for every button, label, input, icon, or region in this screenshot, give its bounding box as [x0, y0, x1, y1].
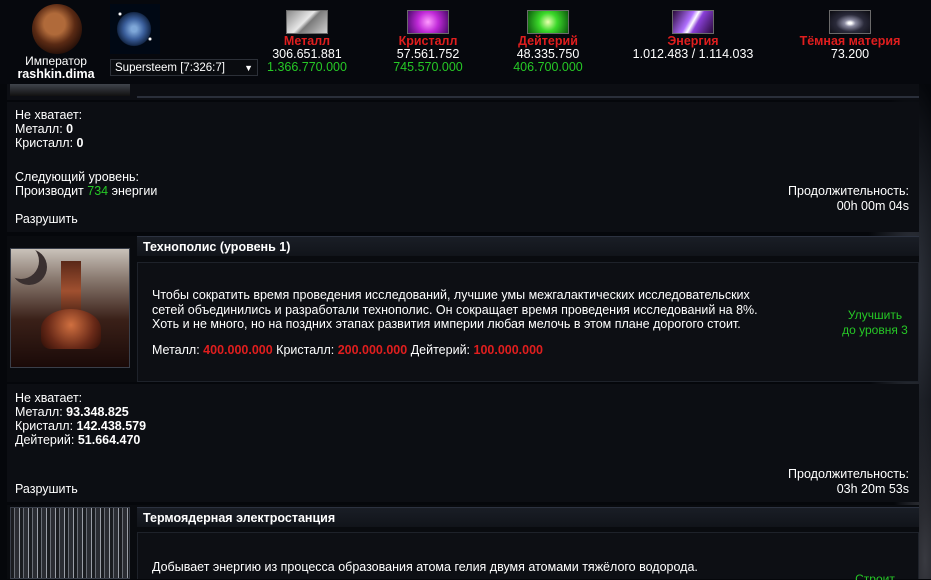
- duration-label: Продолжительность:: [788, 467, 909, 481]
- top-bar: Император rashkin.dima Supersteem [7:326…: [0, 0, 931, 84]
- technopolis-cost: Металл: 400.000.000 Кристалл: 200.000.00…: [152, 343, 544, 357]
- duration-label: Продолжительность:: [788, 184, 909, 198]
- resource-crystal[interactable]: Кристалл 57.561.752 745.570.000: [378, 10, 478, 74]
- resource-deuterium[interactable]: Дейтерий 48.335.750 406.700.000: [498, 10, 598, 74]
- resource-production: 1.366.770.000: [267, 60, 347, 74]
- planet-select-value: Supersteem [7:326:7]: [115, 62, 225, 74]
- resource-value: 73.200: [830, 47, 870, 61]
- previous-card-edge: [7, 84, 919, 100]
- fusion-plant-image[interactable]: [10, 507, 130, 579]
- technopolis-info-panel: Не хватает: Металл: 93.348.825 Кристалл:…: [7, 384, 919, 502]
- username[interactable]: rashkin.dima: [0, 67, 112, 81]
- resource-production: 745.570.000: [393, 60, 463, 74]
- previous-building-thumb: [10, 84, 130, 96]
- resource-production: 406.700.000: [513, 60, 583, 74]
- resource-value: 1.012.483 / 1.114.033: [632, 47, 754, 61]
- next-level-label: Следующий уровень:: [15, 170, 139, 184]
- missing-crystal: Кристалл: 0: [15, 136, 84, 150]
- fusion-plant-title[interactable]: Термоядерная электростанция: [137, 507, 919, 527]
- chevron-down-icon: ▼: [244, 63, 253, 73]
- fusion-plant-card: Термоядерная электростанция Добывает эне…: [7, 505, 919, 580]
- duration-value: 00h 00m 04s: [836, 199, 909, 213]
- next-level-production: Производит 734 энергии: [15, 184, 158, 198]
- technopolis-card: Технополис (уровень 1) Чтобы сократить в…: [7, 236, 919, 382]
- missing-deuterium: Дейтерий: 51.664.470: [15, 433, 141, 447]
- resource-dark-matter[interactable]: Тёмная материя 73.200: [785, 10, 915, 61]
- technopolis-description-box: Чтобы сократить время проведения исследо…: [137, 262, 919, 382]
- planet-select[interactable]: Supersteem [7:326:7] ▼: [110, 59, 258, 76]
- deuterium-icon: [527, 10, 569, 34]
- resource-energy[interactable]: Энергия 1.012.483 / 1.114.033: [613, 10, 773, 61]
- missing-metal: Металл: 0: [15, 122, 74, 136]
- rank-label: Император: [25, 54, 87, 68]
- crystal-icon: [407, 10, 449, 34]
- planet-image[interactable]: [110, 4, 160, 54]
- missing-label: Не хватает:: [15, 108, 83, 122]
- duration-value: 03h 20m 53s: [836, 482, 909, 496]
- destroy-link[interactable]: Разрушить: [15, 482, 78, 496]
- resource-metal[interactable]: Металл 306.651.881 1.366.770.000: [257, 10, 357, 74]
- technopolis-image[interactable]: [10, 248, 130, 368]
- building-info-panel: Не хватает: Металл: 0 Кристалл: 0 Следую…: [7, 102, 919, 232]
- duration: Продолжительность: 00h 00m 04s: [788, 184, 909, 214]
- technopolis-description: Чтобы сократить время проведения исследо…: [152, 288, 758, 331]
- duration: Продолжительность: 03h 20m 53s: [788, 467, 909, 497]
- destroy-link[interactable]: Разрушить: [15, 212, 78, 226]
- fusion-plant-description: Добывает энергию из процесса образования…: [152, 560, 698, 574]
- metal-icon: [286, 10, 328, 34]
- fusion-plant-description-box: Добывает энергию из процесса образования…: [137, 532, 919, 580]
- dark-matter-icon: [829, 10, 871, 34]
- energy-icon: [672, 10, 714, 34]
- technopolis-title[interactable]: Технополис (уровень 1): [137, 236, 919, 256]
- missing-crystal: Кристалл: 142.438.579: [15, 419, 147, 433]
- upgrade-button[interactable]: Улучшить до уровня 3: [830, 308, 920, 338]
- avatar[interactable]: [32, 4, 82, 54]
- missing-label: Не хватает:: [15, 391, 83, 405]
- missing-metal: Металл: 93.348.825: [15, 405, 129, 419]
